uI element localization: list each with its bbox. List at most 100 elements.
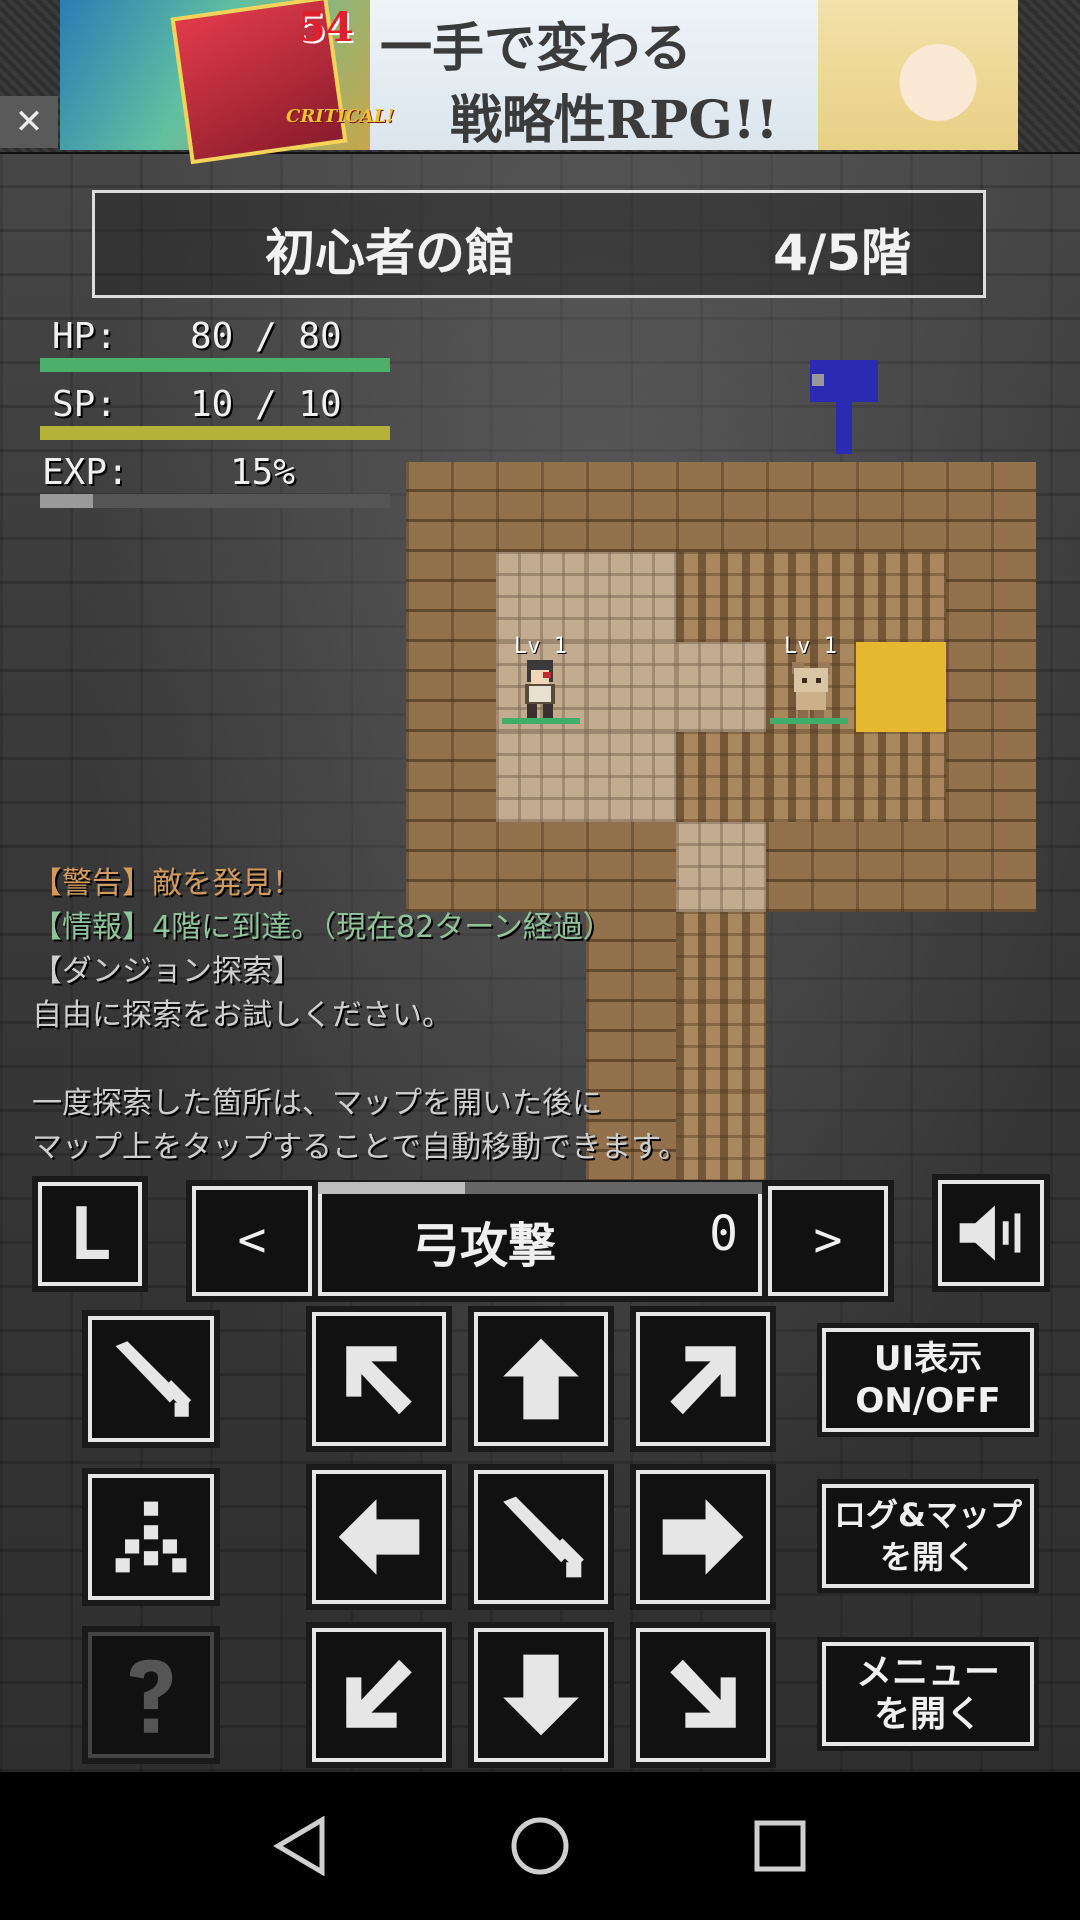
- arrow-down-right-icon: [670, 1659, 736, 1728]
- player-level: Lv 1: [514, 634, 567, 659]
- move-up-left-button[interactable]: [306, 1306, 452, 1452]
- map-tile: [496, 732, 586, 822]
- exp-bar: [40, 494, 390, 508]
- map-tile: [856, 822, 946, 912]
- map-tile: [586, 462, 676, 552]
- log-line: マップ上をタップすることで自動移動できます。: [32, 1130, 689, 1165]
- ui-toggle-line1: UI表示: [873, 1339, 983, 1379]
- map-tile: [406, 462, 496, 552]
- floor-panel: 初心者の館 4/5階: [92, 190, 986, 298]
- map-tile: [856, 462, 946, 552]
- map-tile: [676, 732, 766, 822]
- stairs-marker: [810, 360, 878, 402]
- skill-name: 弓攻撃: [412, 1218, 557, 1274]
- sword-icon: [115, 1341, 192, 1417]
- ad-critical-text: CRITICAL!: [286, 106, 395, 127]
- log-line: 【ダンジョン探索】: [32, 954, 302, 989]
- ad-close-button[interactable]: ✕: [0, 96, 58, 148]
- skill-selector[interactable]: 弓攻撃 0: [312, 1180, 768, 1302]
- center-attack-button[interactable]: [468, 1464, 614, 1610]
- map-tile: [766, 552, 856, 642]
- ad-headline-2: 戦略性RPG!!: [450, 90, 779, 151]
- menu-line1: メニュー: [855, 1652, 1000, 1693]
- back-icon[interactable]: [272, 1816, 328, 1876]
- map-tile: [766, 462, 856, 552]
- arrow-up-right-icon: [670, 1346, 736, 1415]
- map-tile: [946, 732, 1036, 822]
- enemy-hp-bar: [770, 718, 848, 724]
- skill-progress: [318, 1182, 762, 1194]
- attack-button[interactable]: [82, 1310, 220, 1448]
- log-line: 一度探索した箇所は、マップを開いた後に: [32, 1086, 602, 1121]
- menu-line2: を開く: [873, 1694, 982, 1735]
- exp-label: EXP:: [42, 452, 129, 493]
- l-button[interactable]: L: [32, 1176, 148, 1292]
- recents-icon[interactable]: [754, 1820, 806, 1872]
- ui-toggle-line2: ON/OFF: [855, 1381, 1001, 1421]
- log-line: 【情報】4階に到達。（現在82ターン経過）: [32, 910, 613, 945]
- ad-damage-number: 54: [298, 4, 354, 51]
- home-icon[interactable]: [510, 1816, 570, 1876]
- log-map-line2: を開く: [879, 1538, 976, 1576]
- ad-character-image: [818, 0, 1018, 150]
- map-tile: [856, 732, 946, 822]
- prev-skill-button[interactable]: <: [186, 1180, 318, 1302]
- sound-button[interactable]: [932, 1174, 1050, 1292]
- question-icon: [129, 1659, 173, 1733]
- enemy-unit[interactable]: [776, 654, 846, 724]
- sp-bar: [40, 426, 390, 440]
- sword-icon: [503, 1496, 584, 1578]
- enemy-level: Lv 1: [784, 634, 837, 659]
- map-tile: [586, 552, 676, 642]
- ad-content[interactable]: 54 CRITICAL! 一手で変わる 戦略性RPG!!: [60, 0, 1018, 165]
- log-line: 【警告】敵を発見！: [32, 866, 302, 901]
- move-up-button[interactable]: [468, 1306, 614, 1452]
- burst-icon: [115, 1501, 187, 1573]
- menu-button[interactable]: メニュー を開く: [817, 1637, 1039, 1751]
- stairs-marker-stem: [836, 400, 852, 454]
- map-tile: [856, 642, 946, 732]
- next-skill-button[interactable]: >: [762, 1180, 894, 1302]
- map-tile: [676, 642, 766, 732]
- move-left-button[interactable]: [306, 1464, 452, 1610]
- sp-bar-fill: [40, 426, 390, 440]
- player-hp-bar: [502, 718, 580, 724]
- dungeon-name: 初心者の館: [265, 224, 515, 282]
- map-tile: [406, 732, 496, 822]
- map-tile: [856, 552, 946, 642]
- move-down-left-button[interactable]: [306, 1622, 452, 1768]
- ad-banner[interactable]: 54 CRITICAL! 一手で変わる 戦略性RPG!! ✕: [0, 0, 1080, 165]
- stairs-marker-dot: [812, 374, 824, 386]
- map-tile: [766, 732, 856, 822]
- message-log: 【警告】敵を発見！ 【情報】4階に到達。（現在82ターン経過） 【ダンジョン探索】自…: [32, 862, 852, 1170]
- exp-bar-fill: [40, 494, 93, 508]
- arrow-up-left-icon: [346, 1346, 412, 1415]
- move-down-button[interactable]: [468, 1622, 614, 1768]
- log-map-button[interactable]: ログ&マップ を開く: [817, 1479, 1039, 1593]
- sp-label: SP:: [52, 384, 118, 425]
- map-tile: [946, 552, 1036, 642]
- prev-label: <: [237, 1212, 267, 1268]
- game-screen: 54 CRITICAL! 一手で変わる 戦略性RPG!! ✕ 初心者の館 4/5…: [0, 0, 1080, 1772]
- move-right-button[interactable]: [630, 1464, 776, 1610]
- hp-bar-fill: [40, 358, 390, 372]
- map-tile: [496, 462, 586, 552]
- arrow-up-icon: [503, 1338, 579, 1420]
- help-button[interactable]: [82, 1626, 220, 1764]
- exp-value: 15%: [230, 452, 296, 493]
- map-tile: [496, 552, 586, 642]
- floor-counter: 4/5階: [773, 224, 911, 282]
- skill-button[interactable]: [82, 1468, 220, 1606]
- ad-artwork: 54 CRITICAL!: [60, 0, 394, 165]
- move-down-right-button[interactable]: [630, 1622, 776, 1768]
- arrow-down-left-icon: [346, 1659, 412, 1728]
- move-up-right-button[interactable]: [630, 1306, 776, 1452]
- map-tile: [946, 462, 1036, 552]
- arrow-left-icon: [338, 1499, 420, 1575]
- hp-label: HP:: [52, 316, 118, 357]
- player-unit[interactable]: [505, 654, 575, 724]
- map-tile: [946, 822, 1036, 912]
- ui-toggle-button[interactable]: UI表示 ON/OFF: [817, 1323, 1039, 1437]
- arrow-down-icon: [503, 1654, 579, 1736]
